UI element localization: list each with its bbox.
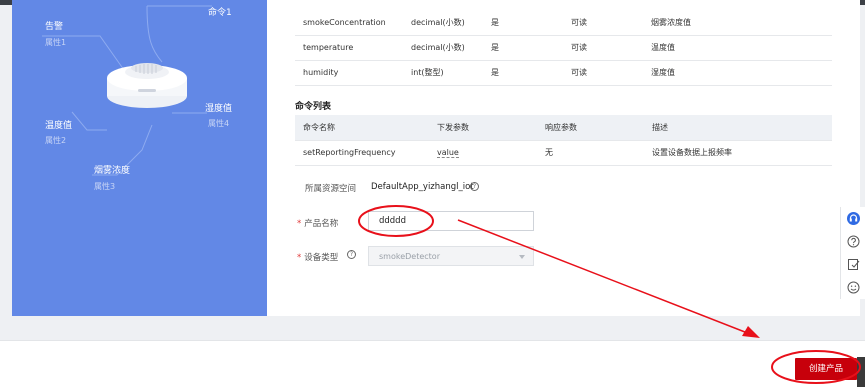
table-row: setReportingFrequency value 无 设置设备数据上报频率	[295, 140, 832, 166]
property-access: 可读	[563, 10, 643, 36]
smile-icon[interactable]	[847, 281, 860, 294]
column-header: 命令名称	[295, 115, 429, 141]
property-required: 是	[483, 10, 563, 36]
property-type: int(整型)	[403, 60, 483, 86]
table-header-row: 命令名称 下发参数 响应参数 描述	[295, 115, 832, 141]
device-type-select[interactable]: smokeDetector	[368, 246, 534, 266]
required-mark: *	[297, 253, 302, 263]
command-response: 无	[537, 140, 644, 166]
model-node-humidity: 湿度值	[205, 104, 233, 114]
model-node-alarm-sub: 属性1	[45, 38, 67, 47]
table-row: temperature decimal(小数) 是 可读 温度值	[295, 35, 832, 61]
model-node-temperature-sub: 属性2	[45, 136, 67, 145]
product-name-input[interactable]: ddddd	[368, 211, 534, 231]
column-header: 下发参数	[429, 115, 537, 141]
help-icon[interactable]: ?	[347, 250, 356, 259]
property-name: humidity	[295, 60, 403, 86]
property-desc: 烟雾浓度值	[643, 10, 832, 36]
properties-table: smokeConcentration decimal(小数) 是 可读 烟雾浓度…	[295, 10, 832, 86]
property-name: smokeConcentration	[295, 10, 403, 36]
command-param-link[interactable]: value	[437, 148, 459, 158]
required-mark: *	[297, 219, 302, 229]
smoke-detector-icon	[107, 63, 187, 108]
chevron-down-icon	[519, 255, 525, 259]
floating-toolbar	[840, 207, 865, 299]
command-list-title: 命令列表	[295, 102, 332, 112]
product-name-label: * 产品名称	[297, 217, 338, 229]
column-header: 响应参数	[537, 115, 644, 141]
commands-table: 命令名称 下发参数 响应参数 描述 setReportingFrequency …	[295, 115, 832, 166]
model-node-command1: 命令1	[208, 8, 232, 18]
command-name: setReportingFrequency	[295, 140, 429, 166]
property-desc: 湿度值	[643, 60, 832, 86]
column-header: 描述	[644, 115, 832, 141]
resource-space-value: DefaultApp_yizhangl_iot	[371, 182, 474, 192]
property-name: temperature	[295, 35, 403, 61]
feedback-icon[interactable]	[847, 258, 860, 271]
table-row: smokeConcentration decimal(小数) 是 可读 烟雾浓度…	[295, 10, 832, 36]
command-param-cell: value	[429, 140, 537, 166]
model-node-humidity-sub: 属性4	[208, 119, 230, 128]
create-product-button[interactable]: 创建产品	[795, 358, 857, 380]
property-access: 可读	[563, 35, 643, 61]
footer-bar	[0, 340, 865, 387]
help-icon[interactable]	[847, 235, 860, 248]
device-model-panel: 命令1 告警 属性1 湿度值 属性4 温度值 属性2 烟雾浓度 属性3	[12, 0, 267, 316]
model-node-smoke: 烟雾浓度	[94, 166, 131, 176]
device-type-label-text: 设备类型	[304, 253, 339, 263]
property-type: decimal(小数)	[403, 35, 483, 61]
model-node-alarm: 告警	[45, 22, 64, 32]
property-desc: 温度值	[643, 35, 832, 61]
headset-icon[interactable]	[847, 212, 860, 225]
product-name-label-text: 产品名称	[304, 219, 339, 229]
device-type-label: * 设备类型	[297, 251, 338, 263]
command-desc: 设置设备数据上报频率	[644, 140, 832, 166]
resource-space-label: 所属资源空间	[305, 184, 357, 194]
device-type-value: smokeDetector	[379, 252, 440, 261]
window-edge	[857, 357, 865, 387]
model-node-smoke-sub: 属性3	[94, 182, 116, 191]
property-type: decimal(小数)	[403, 10, 483, 36]
model-node-temperature: 温度值	[45, 121, 73, 131]
table-row: humidity int(整型) 是 可读 湿度值	[295, 60, 832, 86]
property-access: 可读	[563, 60, 643, 86]
property-required: 是	[483, 60, 563, 86]
property-required: 是	[483, 35, 563, 61]
help-icon[interactable]: ?	[470, 182, 479, 191]
